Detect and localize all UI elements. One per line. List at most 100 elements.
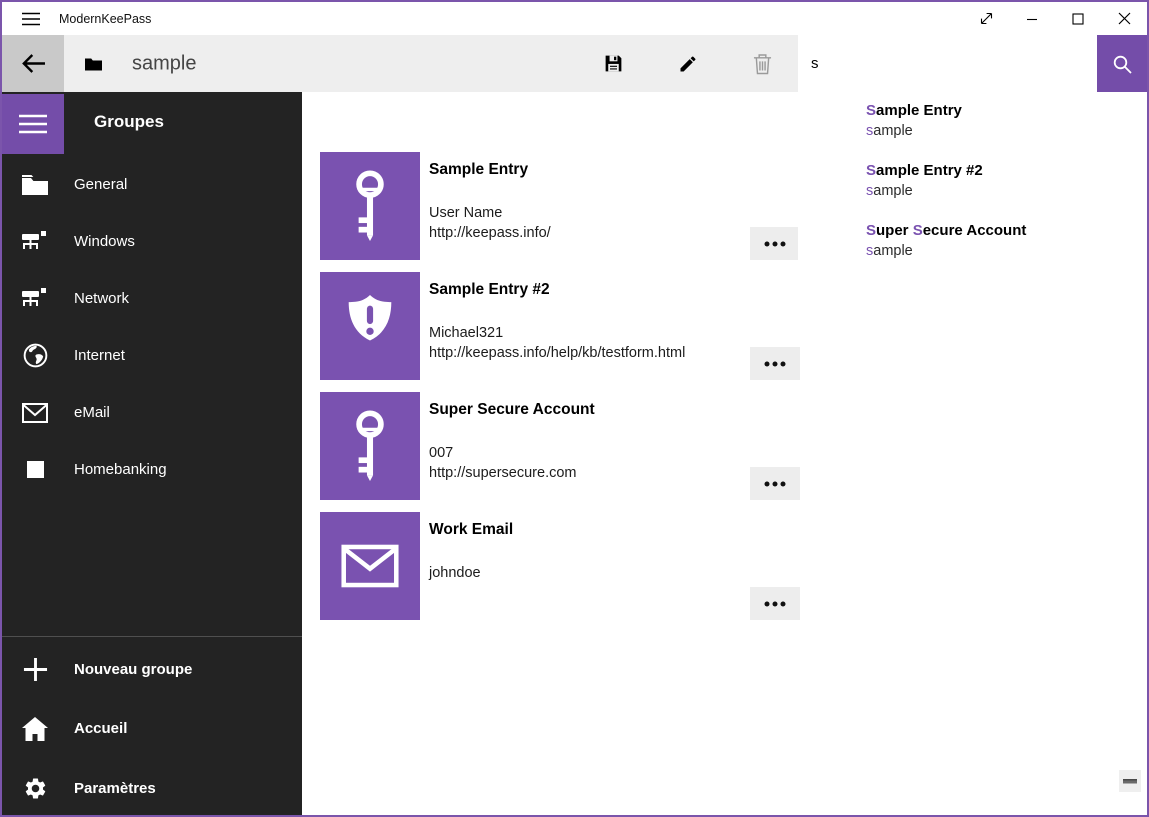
save-button[interactable] [589, 35, 637, 92]
key-icon [347, 170, 393, 242]
sidebar-item-label: Windows [74, 233, 135, 250]
entry-row-super-secure-account[interactable]: Super Secure Account 007 http://supersec… [320, 392, 1110, 500]
search-button[interactable] [1097, 35, 1147, 92]
home-button[interactable]: Accueil [2, 699, 302, 758]
ellipsis-icon [764, 241, 786, 247]
suggestion-subtitle: sample [866, 121, 1147, 141]
network-icon [21, 231, 49, 252]
suggestion-subtitle: sample [866, 241, 1147, 261]
more-options-button[interactable] [750, 467, 800, 500]
page-title: sample [132, 52, 196, 75]
ellipsis-icon [764, 361, 786, 367]
fullscreen-icon [978, 10, 995, 27]
app-window: ModernKeePass [0, 0, 1149, 817]
more-options-button[interactable] [750, 227, 800, 260]
plus-icon [21, 657, 49, 682]
trash-icon [753, 53, 772, 75]
sidebar-item-general[interactable]: General [2, 156, 302, 213]
hamburger-icon [18, 113, 48, 135]
save-icon [603, 53, 624, 74]
entry-url: http://keepass.info/ [429, 225, 551, 241]
action-label: Accueil [74, 720, 127, 737]
ellipsis-icon [764, 481, 786, 487]
entry-row-sample-entry-2[interactable]: Sample Entry #2 Michael321 http://keepas… [320, 272, 1110, 380]
window-controls [963, 2, 1147, 35]
ellipsis-icon [764, 601, 786, 607]
sidebar-item-windows[interactable]: Windows [2, 213, 302, 270]
sidebar-item-label: eMail [74, 404, 110, 421]
sidebar-item-email[interactable]: eMail [2, 384, 302, 441]
nav-toggle-button[interactable] [2, 94, 64, 154]
minimize-button[interactable] [1009, 2, 1055, 35]
sidebar-item-label: Network [74, 290, 129, 307]
entry-title: Sample Entry #2 [429, 281, 550, 299]
zoom-out-button[interactable] [1119, 770, 1141, 792]
gear-icon [21, 776, 49, 801]
search-icon [1111, 53, 1133, 75]
suggestion-item[interactable]: Super Secure Account sample [798, 218, 1147, 278]
suggestion-subtitle: sample [866, 181, 1147, 201]
mail-icon [21, 403, 49, 423]
sidebar: Groupes General Windows Network Internet [2, 92, 302, 815]
entry-row-work-email[interactable]: Work Email johndoe [320, 512, 1110, 620]
hamburger-icon [21, 11, 41, 27]
titlebar: ModernKeePass [2, 2, 1147, 35]
suggestion-title: Sample Entry [866, 101, 1147, 121]
entry-title: Work Email [429, 521, 513, 539]
suggestion-title: Super Secure Account [866, 221, 1147, 241]
network-icon [21, 288, 49, 309]
titlebar-hamburger-button[interactable] [14, 2, 48, 35]
search-input[interactable] [798, 35, 1097, 92]
search-suggestions-flyout: Sample Entry sample Sample Entry #2 samp… [798, 92, 1147, 282]
sidebar-divider [2, 636, 302, 637]
entry-username: Michael321 [429, 325, 503, 341]
delete-button[interactable] [738, 35, 786, 92]
close-button[interactable] [1101, 2, 1147, 35]
edit-button[interactable] [664, 35, 712, 92]
group-folder-icon [85, 57, 102, 70]
pencil-icon [678, 54, 698, 74]
sidebar-item-label: Internet [74, 347, 125, 364]
shield-alert-icon [339, 293, 401, 359]
sidebar-item-network[interactable]: Network [2, 270, 302, 327]
key-icon [347, 410, 393, 482]
entry-url: http://supersecure.com [429, 465, 577, 481]
minimize-icon [1026, 13, 1038, 25]
suggestion-title: Sample Entry #2 [866, 161, 1147, 181]
entry-title: Super Secure Account [429, 401, 595, 419]
sidebar-item-internet[interactable]: Internet [2, 327, 302, 384]
folder-icon [21, 175, 49, 195]
fullscreen-button[interactable] [963, 2, 1009, 35]
new-group-button[interactable]: Nouveau groupe [2, 640, 302, 699]
sidebar-item-homebanking[interactable]: Homebanking [2, 441, 302, 498]
entry-tile [320, 272, 420, 380]
suggestion-item[interactable]: Sample Entry sample [798, 98, 1147, 158]
entry-url: http://keepass.info/help/kb/testform.htm… [429, 345, 685, 361]
command-bar: sample [2, 35, 1147, 92]
entry-tile [320, 152, 420, 260]
suggestion-item[interactable]: Sample Entry #2 sample [798, 158, 1147, 218]
entry-tile [320, 512, 420, 620]
entry-title: Sample Entry [429, 161, 528, 179]
entry-username: johndoe [429, 565, 481, 581]
entry-tile [320, 392, 420, 500]
entry-username: 007 [429, 445, 453, 461]
more-options-button[interactable] [750, 587, 800, 620]
close-icon [1118, 12, 1131, 25]
globe-icon [21, 343, 49, 368]
mail-icon [341, 544, 399, 588]
maximize-button[interactable] [1055, 2, 1101, 35]
home-icon [21, 717, 49, 741]
more-options-button[interactable] [750, 347, 800, 380]
action-label: Paramètres [74, 780, 156, 797]
action-label: Nouveau groupe [74, 661, 192, 678]
groups-heading: Groupes [94, 112, 164, 132]
square-icon [21, 461, 49, 478]
sidebar-item-label: Homebanking [74, 461, 167, 478]
entry-username: User Name [429, 205, 502, 221]
back-arrow-icon [19, 49, 48, 78]
settings-button[interactable]: Paramètres [2, 759, 302, 817]
minus-icon [1123, 779, 1137, 784]
back-button[interactable] [2, 35, 64, 92]
sidebar-item-label: General [74, 176, 127, 193]
